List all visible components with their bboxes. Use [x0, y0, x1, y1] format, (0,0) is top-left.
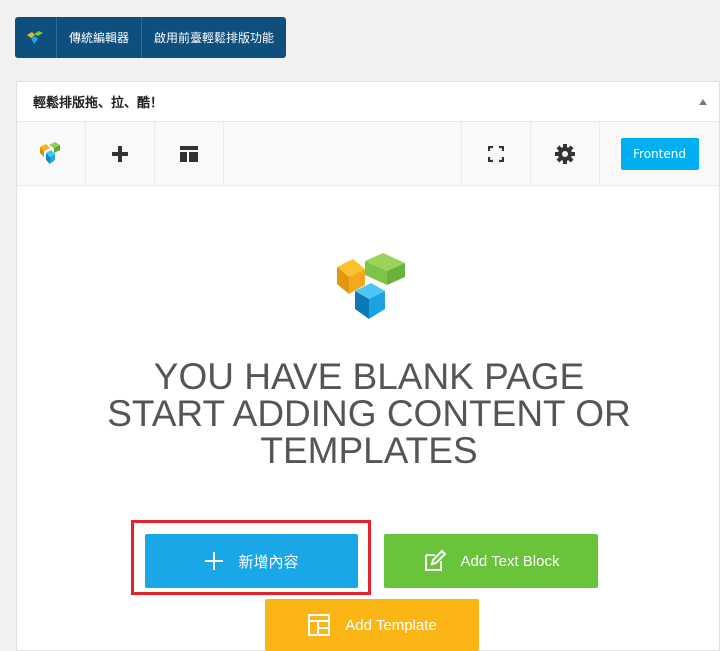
add-template-button[interactable]: Add Template [265, 599, 479, 651]
blank-heading-line-3: TEMPLATES [260, 430, 478, 471]
gear-icon [555, 143, 575, 164]
fullscreen-button[interactable] [461, 122, 530, 185]
composer-large-logo-icon [337, 253, 405, 319]
add-template-label: Add Template [345, 616, 437, 634]
blank-heading-line-1: YOU HAVE BLANK PAGE [153, 356, 585, 397]
enable-frontend-button[interactable]: 啟用前臺輕鬆排版功能 [142, 17, 286, 58]
edit-pencil-icon [423, 549, 447, 573]
plus-icon [112, 145, 128, 162]
add-element-toolbar-button[interactable] [86, 122, 155, 185]
composer-logo-button[interactable] [15, 17, 57, 58]
collapse-up-icon[interactable] [699, 98, 707, 105]
frontend-wrap: Frontend [599, 122, 719, 185]
empty-canvas: YOU HAVE BLANK PAGE START ADDING CONTENT… [17, 186, 719, 650]
builder-toolbar: Frontend [17, 122, 719, 186]
blank-heading-line-2: START ADDING CONTENT OR [107, 393, 631, 434]
composer-logo-toolbar-button[interactable] [17, 122, 86, 185]
composer-logo-icon [40, 141, 60, 164]
page: 傳統編輯器 啟用前臺輕鬆排版功能 輕鬆排版拖、拉、酷！ Frontend YOU… [0, 0, 720, 651]
editor-switch-bar: 傳統編輯器 啟用前臺輕鬆排版功能 [15, 17, 287, 58]
templates-toolbar-button[interactable] [155, 122, 224, 185]
blank-page-heading: YOU HAVE BLANK PAGE START ADDING CONTENT… [17, 358, 720, 469]
settings-button[interactable] [530, 122, 599, 185]
panel-title: 輕鬆排版拖、拉、酷！ [33, 96, 164, 111]
add-element-label: 新增內容 [238, 553, 299, 571]
frontend-button[interactable]: Frontend [620, 137, 699, 170]
composer-logo-icon [26, 30, 43, 44]
fullscreen-icon [488, 145, 504, 162]
panel-header: 輕鬆排版拖、拉、酷！ [17, 82, 719, 122]
add-element-button[interactable]: 新增內容 [145, 534, 358, 588]
plus-icon [204, 551, 224, 571]
add-text-block-button[interactable]: Add Text Block [384, 534, 598, 588]
add-text-block-label: Add Text Block [460, 552, 560, 570]
classic-editor-button[interactable]: 傳統編輯器 [57, 17, 143, 58]
page-builder-panel: 輕鬆排版拖、拉、酷！ Frontend YOU HAVE BLANK PAGE … [16, 81, 720, 651]
layout-template-icon [180, 145, 198, 162]
layout-template-icon [307, 613, 331, 637]
